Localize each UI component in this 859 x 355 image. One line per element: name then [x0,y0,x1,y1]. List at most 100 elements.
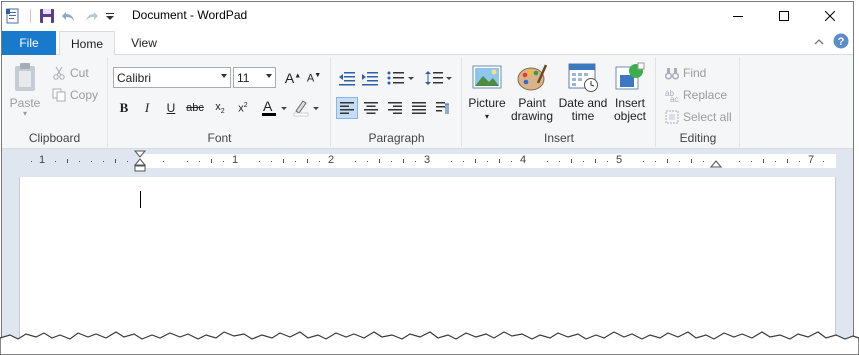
paint-drawing-button[interactable]: Paint drawing [509,61,555,123]
replace-button[interactable]: ab ac Replace [665,85,727,105]
justify-icon [412,102,426,114]
align-center-button[interactable] [360,97,382,119]
insert-object-button[interactable]: Insert object [609,61,651,123]
font-family-select[interactable]: Calibri [113,67,231,88]
copy-icon [52,88,66,102]
superscript-icon: x2 [238,101,248,115]
insert-group: Picture ▾ Paint drawing Date and time In… [463,57,656,147]
tab-view[interactable]: View [119,31,169,55]
ribbon-right-controls: ? [813,33,849,52]
superscript-button[interactable]: x2 [232,97,254,119]
help-icon[interactable]: ? [833,33,849,52]
clipboard-group: Paste ▾ Cut Copy Clipboard [2,57,108,147]
bullets-button[interactable] [386,67,416,89]
chevron-down-icon: ▾ [22,109,27,118]
ribbon-tabs: File Home View ? [2,31,853,56]
paint-label-line2: drawing [510,109,554,123]
strikethrough-button[interactable]: abc [184,97,206,119]
increase-indent-button[interactable] [359,67,381,89]
paragraph-group-label: Paragraph [368,131,425,145]
chevron-down-icon: ▾ [484,112,489,121]
insert-picture-button[interactable]: Picture ▾ [467,61,507,123]
scissors-icon [53,66,65,80]
align-left-button[interactable] [336,97,358,119]
highlight-color-button[interactable] [292,97,322,119]
picture-label: Picture [468,96,506,110]
ruler[interactable]: 1 1 2 3 4 5 7 [19,150,836,172]
wordpad-window: Document - WordPad File Home View ? Past… [1,1,854,351]
ribbon: Paste ▾ Cut Copy Clipboard Calibri 11 A▲… [2,55,853,149]
bold-button[interactable]: B [113,97,135,119]
right-indent-marker[interactable] [710,160,722,170]
date-time-button[interactable]: Date and time [557,61,609,123]
tab-home[interactable]: Home [59,31,115,56]
svg-text:?: ? [838,36,845,48]
save-icon[interactable] [36,2,58,30]
undo-icon[interactable] [58,2,80,30]
ruler-number: 7 [808,154,815,166]
datetime-label-line2: time [571,109,595,123]
minimize-button[interactable] [715,2,761,30]
paragraph-settings-button[interactable] [432,97,454,119]
chevron-down-icon [221,74,227,78]
align-right-button[interactable] [384,97,406,119]
redo-icon[interactable] [80,2,102,30]
find-label: Find [683,66,707,80]
font-size-select[interactable]: 11 [233,67,276,88]
wordpad-app-icon[interactable] [2,2,24,30]
maximize-button[interactable] [761,2,807,30]
paste-button[interactable]: Paste ▾ [8,61,42,118]
copy-button[interactable]: Copy [52,85,98,105]
replace-icon: abac [665,89,678,102]
paragraph-group: Paragraph [332,57,462,147]
ruler-number: 1 [39,154,46,166]
object-icon [615,62,645,90]
clipboard-group-label: Clipboard [28,131,81,145]
picture-icon [472,65,502,89]
font-size-value: 11 [237,70,250,85]
cut-button[interactable]: Cut [52,63,89,83]
shrink-font-icon: A▼ [306,71,322,85]
line-spacing-icon [425,71,452,85]
close-button[interactable] [807,2,853,30]
window-controls [715,2,853,30]
cut-label: Cut [70,66,89,80]
text-color-button[interactable]: A [259,97,291,119]
select-all-label: Select all [683,110,732,124]
decrease-indent-button[interactable] [336,67,358,89]
tab-file[interactable]: File [2,31,56,55]
line-spacing-button[interactable] [424,67,454,89]
bold-icon: B [119,100,129,115]
paragraph-icon [436,102,449,114]
indent-markers[interactable] [134,150,146,172]
strikethrough-icon: abc [186,102,204,114]
calendar-clock-icon [568,63,598,92]
italic-button[interactable]: I [136,97,158,119]
text-color-icon: A [262,98,287,116]
underline-button[interactable]: U [160,97,182,119]
text-caret [140,191,141,208]
bullet-list-icon [387,71,414,85]
chevron-up-icon[interactable] [813,36,825,50]
grow-font-icon: A▲ [284,70,302,86]
paste-icon [15,63,35,91]
align-center-icon [364,102,378,114]
justify-button[interactable] [408,97,430,119]
ruler-area: 1 1 2 3 4 5 7 [2,149,853,177]
subscript-button[interactable]: x2 [209,97,231,119]
grow-font-button[interactable]: A▲ [282,67,304,89]
ruler-number: 1 [232,154,239,166]
font-group: Calibri 11 A▲ A▼ B I U abc x2 x2 A Font [109,57,331,147]
ruler-number: 4 [520,154,527,166]
object-label-line2: object [613,109,647,123]
align-left-icon [340,102,354,114]
find-button[interactable]: Find [665,63,706,83]
customize-toolbar-icon[interactable] [102,2,118,30]
select-all-button[interactable]: Select all [665,107,732,127]
chevron-down-icon [266,74,272,78]
highlighter-icon [293,100,319,117]
window-title: Document - WordPad [132,8,248,22]
shrink-font-button[interactable]: A▼ [303,67,325,89]
increase-indent-icon [362,72,378,86]
italic-icon: I [144,100,150,115]
